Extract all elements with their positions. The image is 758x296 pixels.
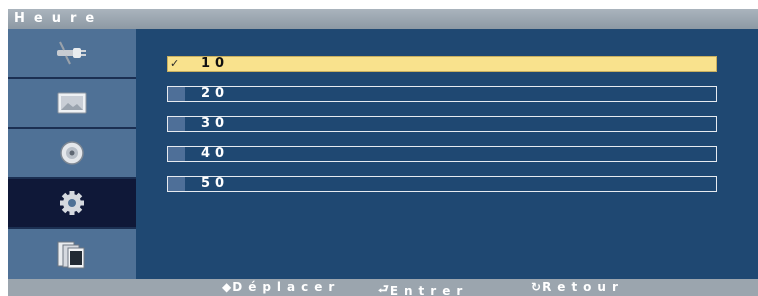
option-swatch xyxy=(168,87,185,101)
checkmark-icon: ✓ xyxy=(170,57,180,70)
enter-icon: ⮐ xyxy=(378,282,389,296)
main-panel: ✓ 10 20 30 40 50 xyxy=(136,29,758,279)
updown-arrows-icon: ◆ xyxy=(222,280,232,294)
sidebar xyxy=(8,29,136,279)
picture-icon xyxy=(57,92,87,114)
sidebar-item-multi-window[interactable] xyxy=(8,229,136,279)
hint-enter-label: Entrer xyxy=(389,283,469,296)
option-label: 50 xyxy=(201,176,230,191)
option-label: 10 xyxy=(201,56,230,71)
option-label: 40 xyxy=(201,146,230,161)
option-40[interactable]: 40 xyxy=(167,146,717,162)
hint-move: ◆ Déplacer xyxy=(222,280,340,294)
option-20[interactable]: 20 xyxy=(167,86,717,102)
hint-back-label: Retour xyxy=(542,280,624,294)
sidebar-item-sound[interactable] xyxy=(8,129,136,177)
option-swatch xyxy=(168,177,185,191)
osd-menu: Heure ✓ 10 20 30 40 50 ◆ Déplacer ⮐ Entr… xyxy=(8,9,758,296)
option-label: 20 xyxy=(201,86,230,101)
setup-gear-icon xyxy=(60,191,84,215)
hint-back: ↻ Retour xyxy=(531,280,624,294)
option-swatch xyxy=(168,147,185,161)
return-icon: ↻ xyxy=(531,280,542,294)
option-50[interactable]: 50 xyxy=(167,176,717,192)
menu-title: Heure xyxy=(14,11,104,26)
title-bar: Heure xyxy=(8,9,758,29)
footer-hints: ◆ Déplacer ⮐ Entrer ↻ Retour xyxy=(8,279,758,296)
sidebar-item-picture[interactable] xyxy=(8,79,136,127)
multi-window-icon xyxy=(57,241,85,269)
input-plug-icon xyxy=(57,41,86,65)
sidebar-item-setup[interactable] xyxy=(8,179,136,227)
option-label: 30 xyxy=(201,116,230,131)
option-swatch xyxy=(168,117,185,131)
option-10[interactable]: ✓ 10 xyxy=(167,56,717,72)
option-30[interactable]: 30 xyxy=(167,116,717,132)
hint-move-label: Déplacer xyxy=(232,280,341,294)
sidebar-item-input[interactable] xyxy=(8,29,136,77)
hint-enter: ⮐ Entrer xyxy=(378,280,468,296)
sound-speaker-icon xyxy=(60,141,84,165)
